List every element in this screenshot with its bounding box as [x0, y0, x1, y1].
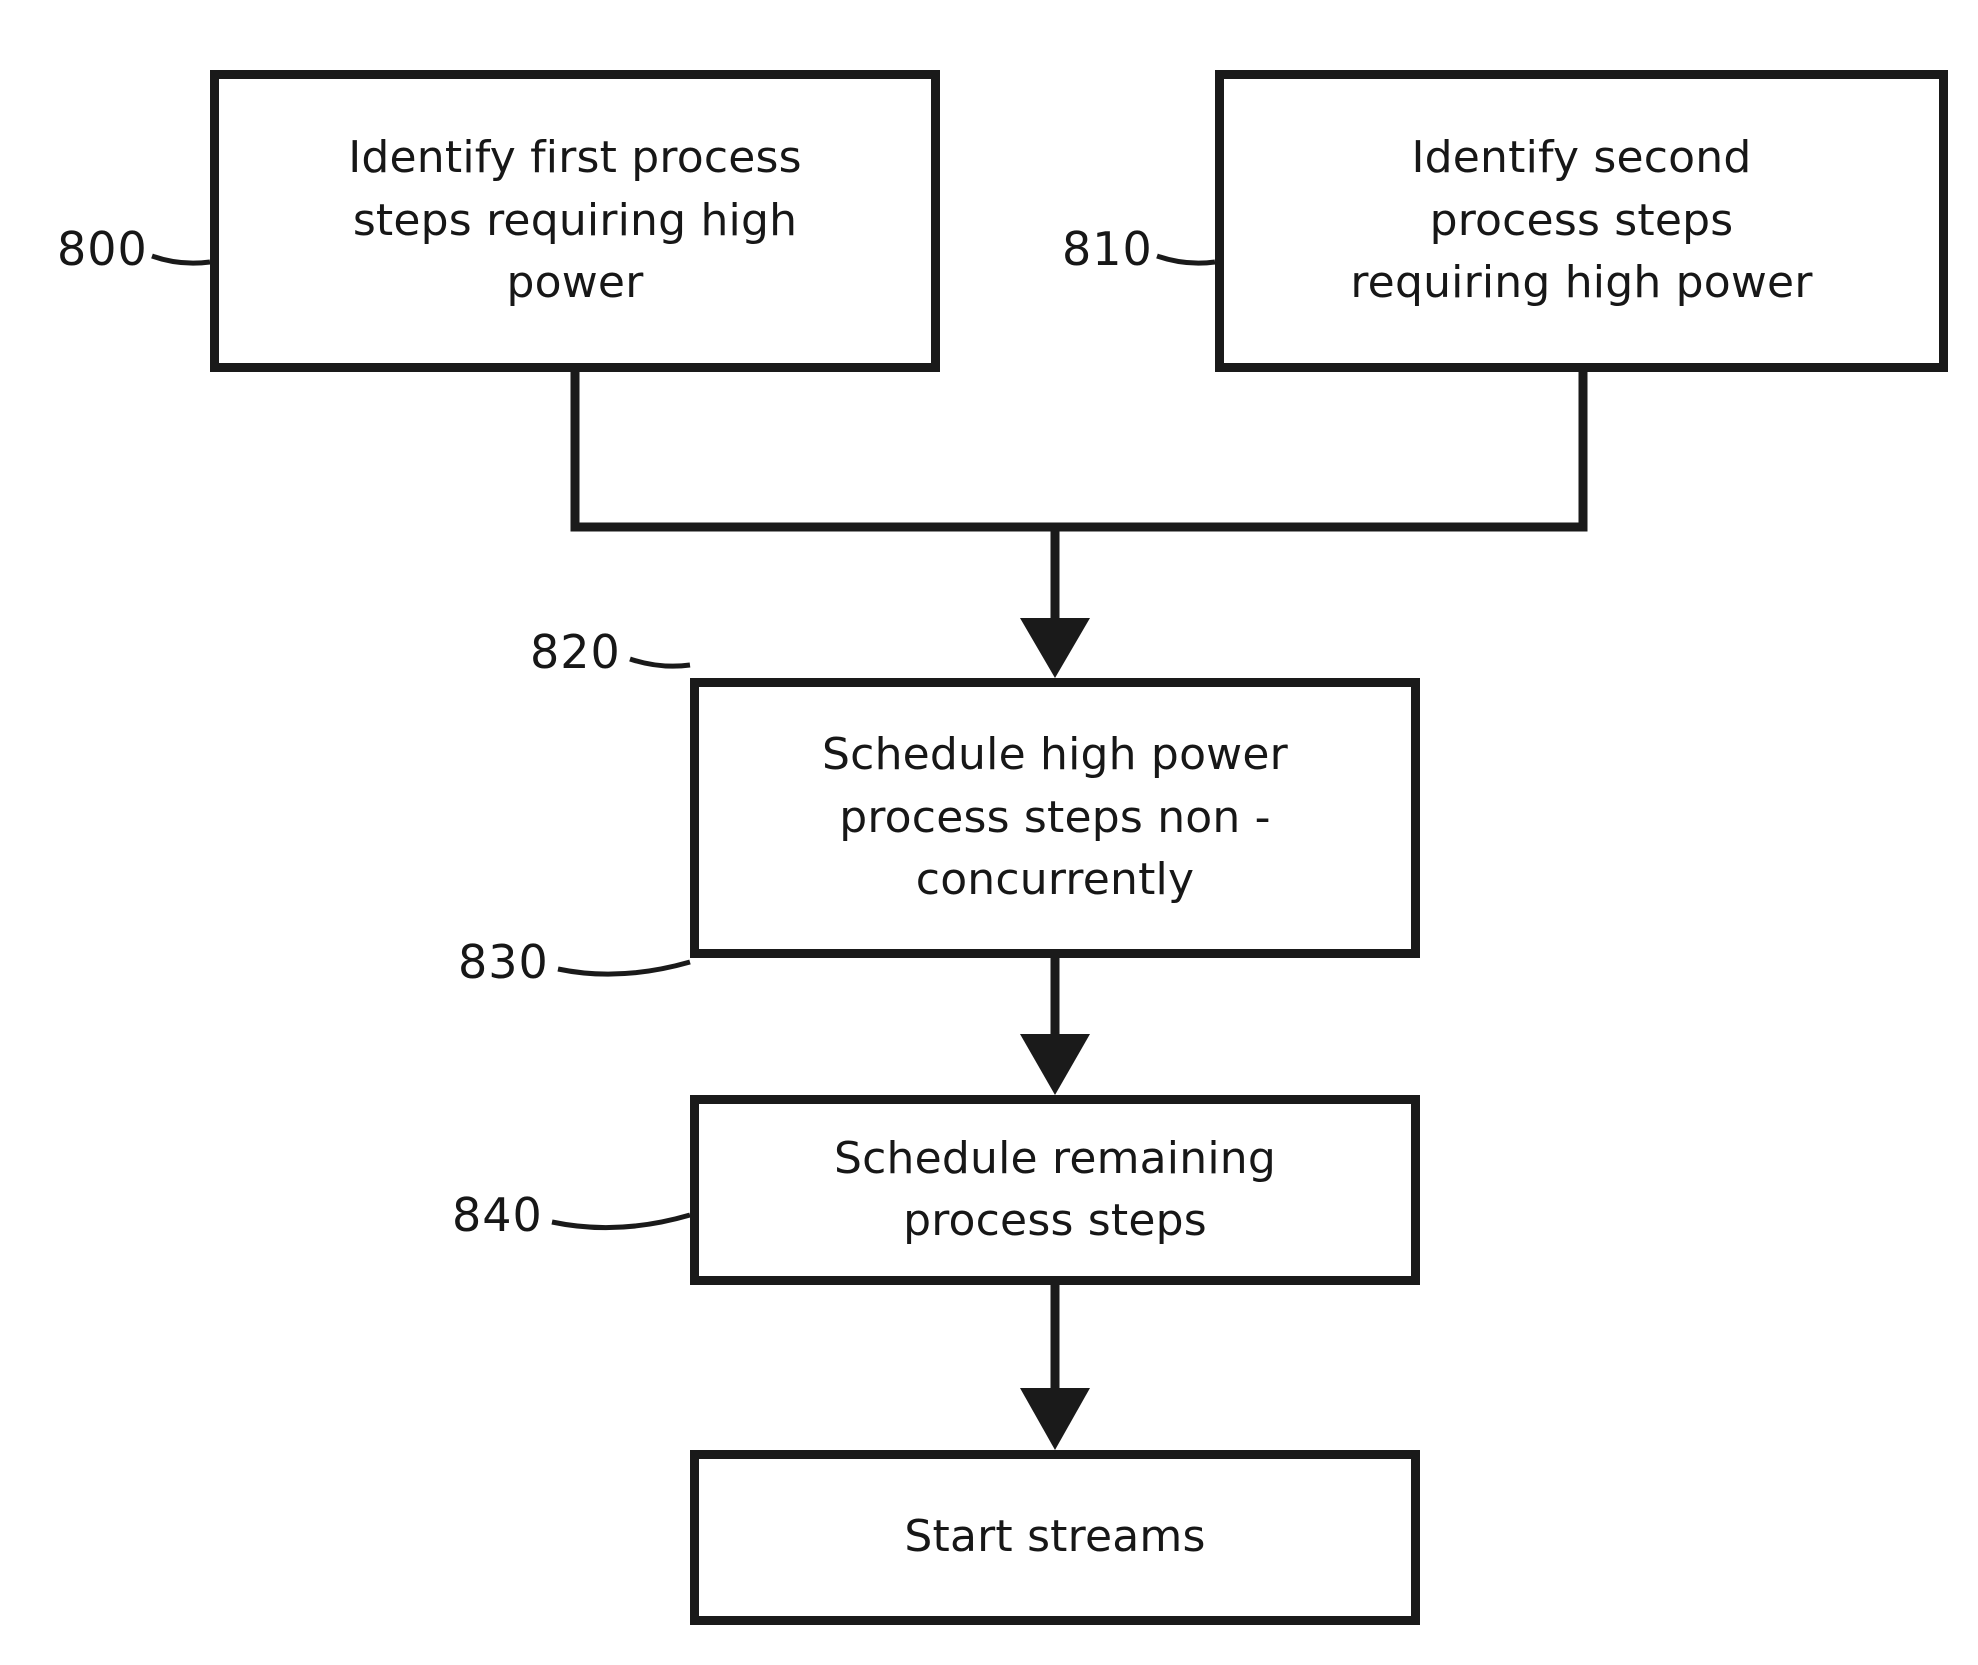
process-box-800-label: Identify first process steps requiring h…: [348, 132, 802, 309]
process-box-810-label: Identify second process steps requiring …: [1350, 132, 1813, 309]
leader-line-810: [1156, 253, 1216, 266]
arrowhead-into-820: [1020, 618, 1090, 678]
process-box-810: Identify second process steps requiring …: [1215, 70, 1948, 372]
reference-numeral-800: 800: [57, 222, 148, 276]
figure-canvas: Identify first process steps requiring h…: [0, 0, 1978, 1665]
arrowhead-into-840: [1020, 1388, 1090, 1450]
process-box-820-label: Schedule high power process steps non - …: [822, 729, 1288, 906]
reference-numeral-840: 840: [452, 1188, 543, 1242]
reference-numeral-810: 810: [1062, 222, 1153, 276]
process-box-830-label: Schedule remaining process steps: [834, 1132, 1276, 1246]
leader-line-820: [629, 656, 691, 669]
leader-line-830: [557, 959, 691, 977]
process-box-840-label: Start streams: [904, 1511, 1206, 1563]
connector-800-to-junction: [570, 372, 1055, 532]
process-box-830: Schedule remaining process steps: [690, 1095, 1420, 1285]
reference-numeral-830: 830: [458, 935, 549, 989]
connector-810-to-junction: [1055, 372, 1588, 532]
leader-line-840: [551, 1212, 691, 1231]
process-box-820: Schedule high power process steps non - …: [690, 678, 1420, 958]
process-box-840: Start streams: [690, 1450, 1420, 1625]
arrowhead-into-830: [1020, 1034, 1090, 1095]
process-box-800: Identify first process steps requiring h…: [210, 70, 940, 372]
leader-line-800: [151, 253, 211, 266]
reference-numeral-820: 820: [530, 625, 621, 679]
